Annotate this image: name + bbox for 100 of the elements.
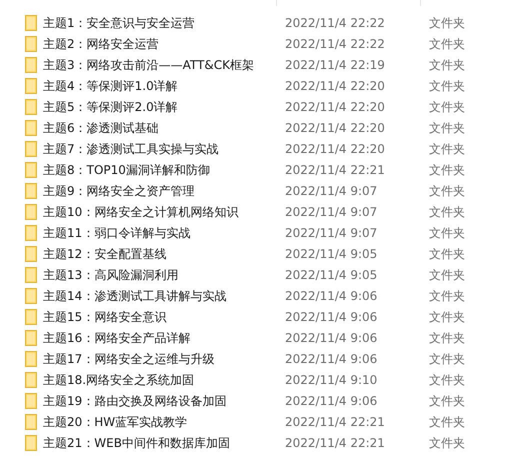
file-type: 文件夹 (429, 246, 465, 262)
modified-date: 2022/11/4 22:20 (285, 120, 386, 136)
modified-date: 2022/11/4 22:20 (285, 98, 386, 116)
file-row[interactable]: 主题20：HW蓝军实战教学 2022/11/4 22:21 文件夹 (0, 411, 519, 432)
folder-icon (25, 14, 37, 30)
file-type: 文件夹 (429, 36, 465, 52)
file-type: 文件夹 (429, 224, 465, 242)
file-name: 主题10：网络安全之计算机网络知识 (43, 204, 240, 220)
file-name: 主题11：弱口令详解与实战 (43, 224, 192, 242)
folder-icon (25, 36, 37, 52)
file-name: 主题5：等保测评2.0详解 (43, 98, 179, 116)
folder-icon (25, 56, 37, 72)
folder-icon (25, 246, 37, 262)
modified-date: 2022/11/4 22:21 (285, 162, 386, 178)
folder-icon (25, 204, 37, 220)
file-type: 文件夹 (429, 392, 465, 410)
folder-icon (25, 224, 37, 240)
file-row[interactable]: 主题16：网络安全产品详解 2022/11/4 9:06 文件夹 (0, 327, 519, 348)
file-row[interactable]: 主题3：网络攻击前沿——ATT&CK框架 2022/11/4 22:19 文件夹 (0, 54, 519, 75)
modified-date: 2022/11/4 9:05 (285, 246, 378, 262)
folder-icon (25, 350, 37, 366)
file-row[interactable]: 主题15：网络安全意识 2022/11/4 9:06 文件夹 (0, 306, 519, 327)
folder-icon (25, 140, 37, 156)
file-type: 文件夹 (429, 350, 465, 368)
file-type: 文件夹 (429, 182, 465, 200)
file-row[interactable]: 主题9：网络安全之资产管理 2022/11/4 9:07 文件夹 (0, 180, 519, 201)
file-type: 文件夹 (429, 288, 465, 304)
modified-date: 2022/11/4 22:22 (285, 36, 386, 52)
file-name: 主题15：网络安全意识 (43, 308, 168, 326)
file-row[interactable]: 主题17：网络安全之运维与升级 2022/11/4 9:06 文件夹 (0, 348, 519, 369)
file-name: 主题21：WEB中间件和数据库加固 (43, 434, 231, 452)
folder-icon (25, 288, 37, 304)
folder-icon (25, 120, 37, 136)
file-type: 文件夹 (429, 56, 465, 74)
file-name: 主题17：网络安全之运维与升级 (43, 350, 216, 368)
folder-icon (25, 434, 37, 450)
file-name: 主题3：网络攻击前沿——ATT&CK框架 (43, 56, 255, 74)
file-row[interactable]: 主题8：TOP10漏洞详解和防御 2022/11/4 22:21 文件夹 (0, 159, 519, 180)
file-name: 主题13：高风险漏洞利用 (43, 266, 180, 284)
modified-date: 2022/11/4 9:06 (285, 288, 378, 304)
file-row[interactable]: 主题5：等保测评2.0详解 2022/11/4 22:20 文件夹 (0, 96, 519, 117)
file-type: 文件夹 (429, 434, 465, 452)
modified-date: 2022/11/4 9:06 (285, 392, 378, 410)
modified-date: 2022/11/4 22:21 (285, 414, 386, 430)
file-row[interactable]: 主题6：渗透测试基础 2022/11/4 22:20 文件夹 (0, 117, 519, 138)
file-type: 文件夹 (429, 330, 465, 346)
file-name: 主题6：渗透测试基础 (43, 120, 160, 136)
file-type: 文件夹 (429, 98, 465, 116)
file-type: 文件夹 (429, 78, 465, 94)
file-name: 主题9：网络安全之资产管理 (43, 182, 196, 200)
file-row[interactable]: 主题10：网络安全之计算机网络知识 2022/11/4 9:07 文件夹 (0, 201, 519, 222)
modified-date: 2022/11/4 9:07 (285, 204, 378, 220)
file-row[interactable]: 主题21：WEB中间件和数据库加固 2022/11/4 22:21 文件夹 (0, 432, 519, 453)
file-type: 文件夹 (429, 266, 465, 284)
file-name: 主题12：安全配置基线 (43, 246, 168, 262)
modified-date: 2022/11/4 22:20 (285, 78, 386, 94)
modified-date: 2022/11/4 22:22 (285, 14, 386, 32)
file-type: 文件夹 (429, 414, 465, 430)
file-type: 文件夹 (429, 204, 465, 220)
file-type: 文件夹 (429, 308, 465, 326)
folder-icon (25, 182, 37, 198)
folder-icon (25, 98, 37, 114)
file-name: 主题7：渗透测试工具实操与实战 (43, 140, 220, 158)
modified-date: 2022/11/4 9:07 (285, 224, 378, 242)
file-name: 主题16：网络安全产品详解 (43, 330, 192, 346)
file-type: 文件夹 (429, 120, 465, 136)
modified-date: 2022/11/4 22:21 (285, 434, 386, 452)
folder-icon (25, 266, 37, 282)
file-row[interactable]: 主题18.网络安全之系统加固 2022/11/4 9:10 文件夹 (0, 369, 519, 390)
file-row[interactable]: 主题4：等保测评1.0详解 2022/11/4 22:20 文件夹 (0, 75, 519, 96)
modified-date: 2022/11/4 22:19 (285, 56, 386, 74)
file-type: 文件夹 (429, 162, 465, 178)
modified-date: 2022/11/4 9:06 (285, 330, 378, 346)
file-row[interactable]: 主题11：弱口令详解与实战 2022/11/4 9:07 文件夹 (0, 222, 519, 243)
file-row[interactable]: 主题2：网络安全运营 2022/11/4 22:22 文件夹 (0, 33, 519, 54)
file-row[interactable]: 主题12：安全配置基线 2022/11/4 9:05 文件夹 (0, 243, 519, 264)
file-name: 主题4：等保测评1.0详解 (43, 78, 179, 94)
file-name: 主题20：HW蓝军实战教学 (43, 414, 188, 430)
modified-date: 2022/11/4 9:06 (285, 308, 378, 326)
file-type: 文件夹 (429, 372, 465, 388)
file-name: 主题19：路由交换及网络设备加固 (43, 392, 228, 410)
file-name: 主题1：安全意识与安全运营 (43, 14, 196, 32)
folder-icon (25, 414, 37, 430)
folder-icon (25, 372, 37, 388)
file-row[interactable]: 主题13：高风险漏洞利用 2022/11/4 9:05 文件夹 (0, 264, 519, 285)
modified-date: 2022/11/4 9:06 (285, 350, 378, 368)
file-type: 文件夹 (429, 140, 465, 158)
folder-icon (25, 162, 37, 178)
file-row[interactable]: 主题7：渗透测试工具实操与实战 2022/11/4 22:20 文件夹 (0, 138, 519, 159)
modified-date: 2022/11/4 9:07 (285, 182, 378, 200)
modified-date: 2022/11/4 22:20 (285, 140, 386, 158)
folder-icon (25, 308, 37, 324)
file-name: 主题14：渗透测试工具讲解与实战 (43, 288, 228, 304)
file-name: 主题8：TOP10漏洞详解和防御 (43, 162, 211, 178)
file-row[interactable]: 主题1：安全意识与安全运营 2022/11/4 22:22 文件夹 (0, 12, 519, 33)
folder-icon (25, 330, 37, 346)
file-name: 主题2：网络安全运营 (43, 36, 160, 52)
file-row[interactable]: 主题14：渗透测试工具讲解与实战 2022/11/4 9:06 文件夹 (0, 285, 519, 306)
folder-icon (25, 78, 37, 94)
file-row[interactable]: 主题19：路由交换及网络设备加固 2022/11/4 9:06 文件夹 (0, 390, 519, 411)
